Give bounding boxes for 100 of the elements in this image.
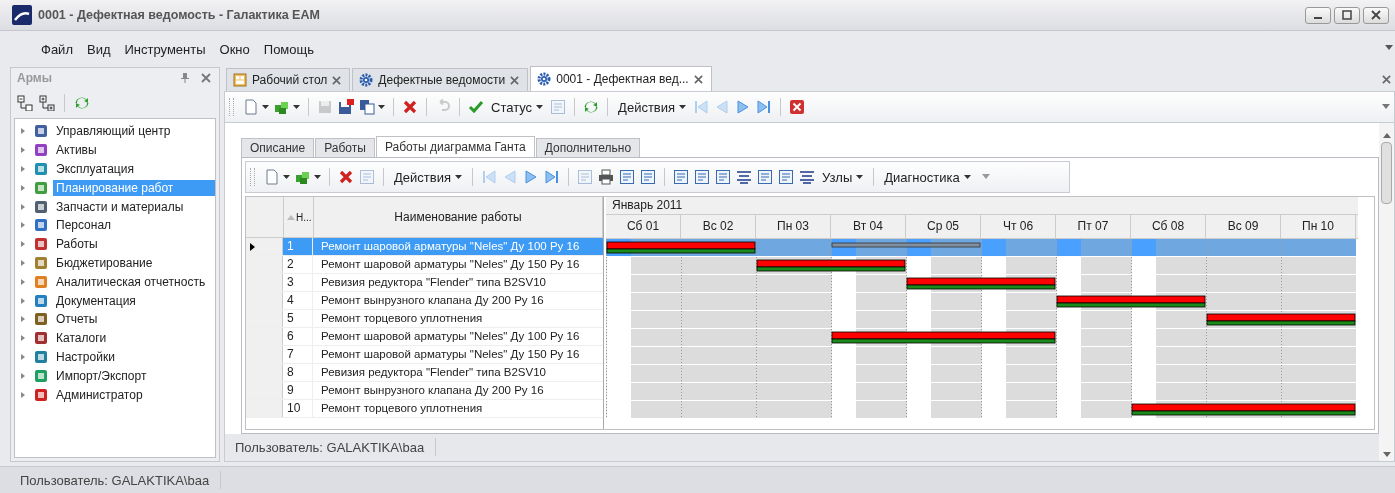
overflow-arrow-icon[interactable] <box>1382 104 1390 110</box>
menu-button[interactable]: Действия <box>616 99 689 115</box>
caret-icon[interactable] <box>378 105 385 109</box>
gantt-bar[interactable] <box>606 241 756 254</box>
expand-arrow-icon[interactable] <box>21 203 25 210</box>
expand-arrow-icon[interactable] <box>21 391 25 398</box>
cubes-icon[interactable] <box>274 99 290 115</box>
document-tab[interactable]: 0001 - Дефектная вед... <box>530 66 712 91</box>
tree-item[interactable]: Персонал <box>53 217 115 234</box>
form-tab[interactable]: Работы диаграмма Ганта <box>375 136 535 157</box>
next-icon[interactable] <box>522 169 539 185</box>
lines-icon[interactable] <box>798 169 815 185</box>
expand-arrow-icon[interactable] <box>21 316 25 323</box>
close-icon[interactable] <box>789 99 806 115</box>
refresh-icon[interactable] <box>74 95 90 111</box>
overflow-arrow-icon[interactable] <box>1385 45 1393 51</box>
overflow-arrow-icon[interactable] <box>981 174 990 180</box>
tree-item[interactable]: Активы <box>53 142 100 159</box>
copy-icon[interactable] <box>359 99 375 115</box>
tree-item[interactable]: Работы <box>53 236 101 253</box>
gantt-bar[interactable] <box>1131 403 1356 416</box>
tree-item[interactable]: Аналитическая отчетность <box>53 273 209 290</box>
column-header[interactable]: Н... <box>296 211 310 223</box>
tree-item[interactable]: Администратор <box>53 386 146 403</box>
close-icon[interactable] <box>1382 74 1391 84</box>
expand-arrow-icon[interactable] <box>21 335 25 342</box>
tree-item[interactable]: Эксплуатация <box>53 161 137 177</box>
document-tab[interactable]: Рабочий стол <box>226 68 351 91</box>
module-icon <box>34 387 48 402</box>
lines-icon[interactable] <box>735 169 752 185</box>
scrollbar-thumb[interactable] <box>1381 142 1392 204</box>
save-close-icon[interactable] <box>338 99 354 115</box>
document-icon[interactable] <box>550 99 567 115</box>
scrollbar[interactable] <box>1379 123 1394 461</box>
form-tab[interactable]: Работы <box>315 138 375 157</box>
column-header[interactable]: Наименование работы <box>314 197 603 237</box>
menu-button[interactable]: Диагностика <box>882 169 973 185</box>
close-icon[interactable] <box>693 74 703 84</box>
tree-item[interactable]: Настройки <box>53 348 118 365</box>
close-icon[interactable] <box>332 75 342 85</box>
tree-item[interactable]: Бюджетирование <box>53 254 156 271</box>
expand-arrow-icon[interactable] <box>21 147 25 154</box>
pin-icon[interactable] <box>181 73 189 83</box>
expand-arrow-icon[interactable] <box>21 278 25 285</box>
gantt-bar[interactable] <box>1056 295 1206 308</box>
expand-arrow-icon[interactable] <box>21 259 25 266</box>
delete-icon[interactable] <box>338 169 354 185</box>
caret-icon[interactable] <box>262 105 269 109</box>
expand-arrow-icon[interactable] <box>21 241 25 248</box>
expand-arrow-icon[interactable] <box>21 184 25 191</box>
close-icon[interactable] <box>510 75 520 85</box>
expand-arrow-icon[interactable] <box>21 222 25 229</box>
scroll-down-icon[interactable] <box>1382 452 1391 457</box>
document-tab[interactable]: Дефектные ведомости <box>352 68 529 91</box>
expand-arrow-icon[interactable] <box>21 372 25 379</box>
menu-item[interactable]: Помощь <box>256 41 321 57</box>
tree-item[interactable]: Управляющий центр <box>53 123 174 140</box>
tree-item[interactable]: Импорт/Экспорт <box>53 367 150 384</box>
caret-icon[interactable] <box>314 175 321 179</box>
form-tab[interactable]: Описание <box>241 138 315 157</box>
caret-icon[interactable] <box>283 175 290 179</box>
tree-item[interactable]: Запчасти и материалы <box>53 198 187 215</box>
gantt-bar[interactable] <box>756 259 906 272</box>
refresh-icon[interactable] <box>583 99 600 115</box>
delete-icon[interactable] <box>402 99 418 115</box>
caret-icon[interactable] <box>293 105 300 109</box>
expand-arrow-icon[interactable] <box>21 128 25 135</box>
document-icon[interactable] <box>359 169 375 185</box>
expand-arrow-icon[interactable] <box>21 353 25 360</box>
minimize-button[interactable] <box>1305 6 1331 24</box>
module-icon <box>34 331 48 346</box>
menu-item[interactable]: Окно <box>212 41 257 57</box>
gantt-bar[interactable] <box>1206 313 1356 326</box>
tree-item[interactable]: Отчеты <box>53 311 101 328</box>
last-icon[interactable] <box>543 169 560 185</box>
printer-icon[interactable] <box>597 169 614 185</box>
menu-button[interactable]: Узлы <box>819 169 866 185</box>
close-button[interactable] <box>1363 6 1389 24</box>
menu-item[interactable]: Вид <box>79 41 118 57</box>
gantt-bar[interactable] <box>906 277 1056 290</box>
maximize-button[interactable] <box>1334 6 1360 24</box>
menu-item[interactable]: Файл <box>34 41 80 57</box>
close-icon[interactable] <box>201 73 211 83</box>
last-icon[interactable] <box>756 99 773 115</box>
scroll-up-icon[interactable] <box>1382 133 1391 138</box>
row-header[interactable] <box>246 238 283 255</box>
tree-item[interactable]: Документация <box>53 292 139 309</box>
expand-all-icon[interactable] <box>39 95 55 111</box>
cubes-icon[interactable] <box>295 169 311 185</box>
menu-item[interactable]: Инструменты <box>117 41 213 57</box>
checkmark-icon[interactable] <box>468 99 484 115</box>
expand-arrow-icon[interactable] <box>21 297 25 304</box>
menu-button[interactable]: Действия <box>392 169 464 185</box>
expand-arrow-icon[interactable] <box>21 166 25 172</box>
caret-icon <box>536 105 544 109</box>
menu-button[interactable]: Статус <box>489 99 546 115</box>
tree-item[interactable]: Каталоги <box>53 330 110 347</box>
form-tab[interactable]: Дополнительно <box>535 138 641 157</box>
collapse-all-icon[interactable] <box>17 95 33 111</box>
gantt-bar[interactable] <box>831 331 1056 344</box>
